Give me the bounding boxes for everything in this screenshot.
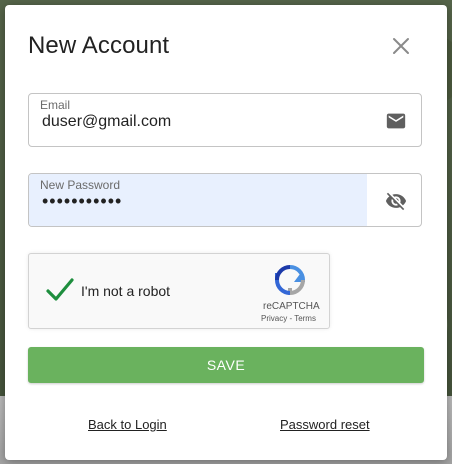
new-account-dialog: New Account Email duser@gmail.com New Pa… <box>5 5 447 460</box>
email-field[interactable]: Email duser@gmail.com <box>28 93 422 147</box>
dialog-title: New Account <box>28 32 170 59</box>
captcha-label: I'm not a robot <box>81 283 171 299</box>
email-value[interactable]: duser@gmail.com <box>42 113 171 131</box>
recaptcha-brand: reCAPTCHA <box>263 301 320 312</box>
recaptcha-widget: I'm not a robot reCAPTCHA Privacy - Term… <box>28 253 330 329</box>
checkmark-icon[interactable] <box>45 276 75 304</box>
new-password-value[interactable]: ••••••••••• <box>42 191 122 212</box>
mail-icon <box>386 113 406 129</box>
visibility-off-icon[interactable] <box>385 190 407 212</box>
new-password-label: New Password <box>40 178 121 192</box>
recaptcha-logo-icon <box>275 265 306 296</box>
back-to-login-link[interactable]: Back to Login <box>88 417 167 432</box>
close-icon[interactable] <box>390 35 412 57</box>
new-password-field[interactable]: New Password ••••••••••• <box>28 173 422 227</box>
email-label: Email <box>40 98 71 112</box>
recaptcha-links[interactable]: Privacy - Terms <box>261 314 316 323</box>
save-button[interactable]: SAVE <box>28 347 424 383</box>
password-reset-link[interactable]: Password reset <box>280 417 370 432</box>
